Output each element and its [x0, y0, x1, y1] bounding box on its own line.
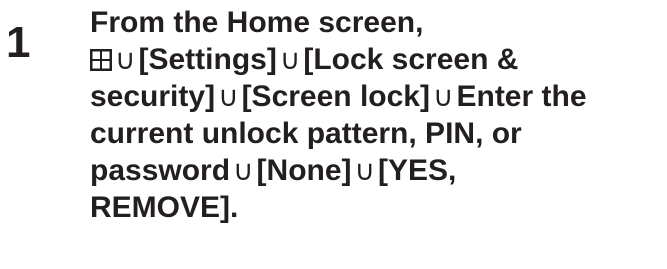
settings-label: [Settings] — [138, 43, 277, 76]
step-arrow: ∪ — [233, 155, 254, 186]
none-label: [None] — [256, 154, 352, 187]
password-text: password — [90, 154, 231, 187]
step-instruction: From the Home screen, ∪ [Settings] ∪ [Lock … — [90, 4, 660, 226]
security-label: security] — [90, 80, 216, 113]
yes-label: [YES, — [378, 154, 457, 187]
instruction-line-1: From the Home screen, — [90, 4, 660, 41]
remove-label: REMOVE]. — [90, 191, 239, 224]
screen-lock-label: [Screen lock] — [241, 80, 430, 113]
step-arrow: ∪ — [432, 81, 454, 112]
instruction-line-3: security] ∪ [Screen lock] ∪ Enter the — [90, 78, 660, 115]
step-arrow: ∪ — [354, 155, 376, 186]
step-number: 1 — [6, 18, 31, 67]
instruction-page: 1 From the Home screen, ∪ [Settings] ∪ [Loc… — [0, 0, 667, 269]
step-arrow: ∪ — [218, 81, 239, 112]
unlock-method-text: current unlock pattern, PIN, or — [90, 117, 522, 150]
instruction-line-2: ∪ [Settings] ∪ [Lock screen & — [90, 41, 660, 78]
home-screen-text: From the Home screen, — [90, 6, 424, 39]
lock-screen-label: [Lock screen & — [303, 43, 519, 76]
instruction-line-6: REMOVE]. — [90, 189, 660, 226]
apps-grid-icon — [90, 49, 112, 71]
enter-the-text: Enter the — [456, 80, 587, 113]
step-arrow: ∪ — [115, 44, 136, 75]
instruction-line-4: current unlock pattern, PIN, or — [90, 115, 660, 152]
step-arrow: ∪ — [279, 44, 301, 75]
instruction-line-5: password ∪ [None] ∪ [YES, — [90, 152, 660, 189]
